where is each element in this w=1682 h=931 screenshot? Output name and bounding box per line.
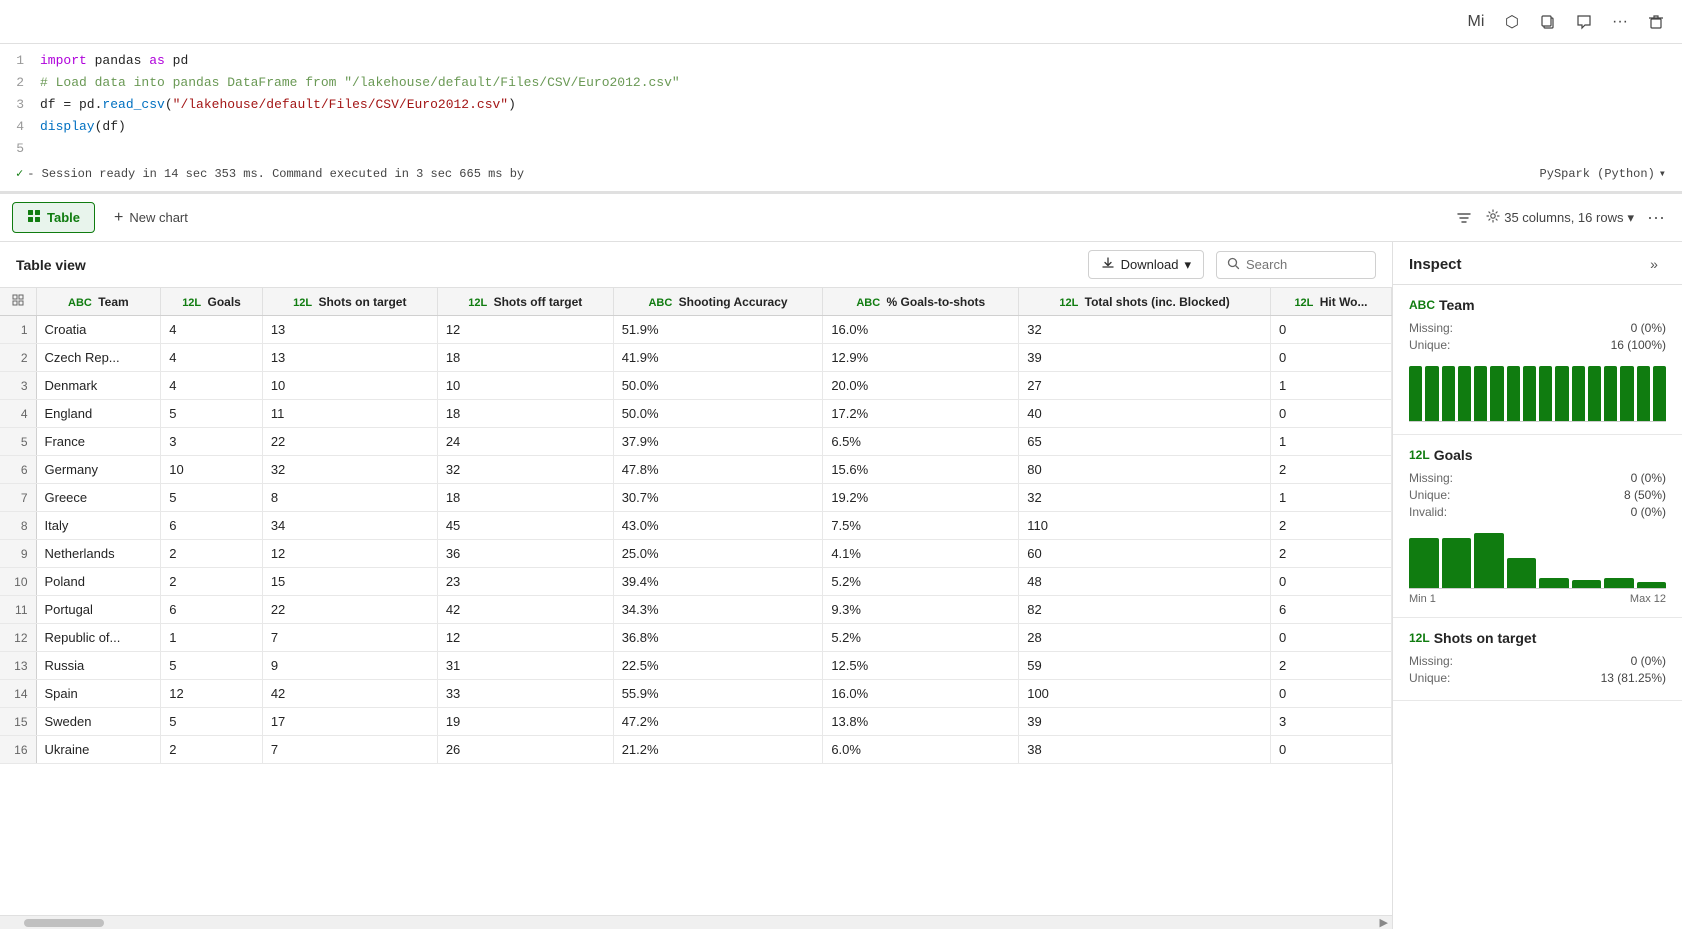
table-row: 11Portugal6224234.3%9.3%826 bbox=[0, 596, 1392, 624]
inspect-stat-missing-team: Missing: 0 (0%) bbox=[1409, 321, 1666, 335]
delete-icon[interactable] bbox=[1642, 8, 1670, 36]
inspect-col-name-team: ABC Team bbox=[1409, 297, 1666, 313]
table-row: 3Denmark4101050.0%20.0%271 bbox=[0, 372, 1392, 400]
col-header-shots-off: 12L Shots off target bbox=[437, 288, 613, 316]
h-scroll-thumb[interactable] bbox=[24, 919, 104, 927]
inspect-close-button[interactable]: » bbox=[1642, 252, 1666, 276]
table-row: 14Spain12423355.9%16.0%1000 bbox=[0, 680, 1392, 708]
download-label: Download bbox=[1121, 257, 1179, 272]
code-area: 1 import pandas as pd 2 # Load data into… bbox=[0, 44, 1682, 192]
screen-icon[interactable]: ⬡ bbox=[1498, 8, 1526, 36]
inspect-stat-missing-goals: Missing: 0 (0%) bbox=[1409, 471, 1666, 485]
col-header-shooting-acc: ABC Shooting Accuracy bbox=[613, 288, 823, 316]
inspect-title: Inspect bbox=[1409, 256, 1634, 273]
search-box bbox=[1216, 251, 1376, 279]
table-row: 10Poland2152339.4%5.2%480 bbox=[0, 568, 1392, 596]
status-bar: ✓ - Session ready in 14 sec 353 ms. Comm… bbox=[0, 162, 1682, 187]
code-line-4: 4 display(df) bbox=[0, 118, 1682, 140]
inspect-stat-missing-shots: Missing: 0 (0%) bbox=[1409, 654, 1666, 668]
inspect-stat-unique-shots: Unique: 13 (81.25%) bbox=[1409, 671, 1666, 685]
data-table: ABC Team 12L Goals 12L Shots on target 1… bbox=[0, 288, 1392, 764]
inspect-section-team: ABC Team Missing: 0 (0%) Unique: 16 (100… bbox=[1393, 285, 1682, 435]
data-table-wrapper[interactable]: ABC Team 12L Goals 12L Shots on target 1… bbox=[0, 287, 1392, 915]
table-row: 13Russia593122.5%12.5%592 bbox=[0, 652, 1392, 680]
content-split: Table view Download ▾ bbox=[0, 242, 1682, 929]
inspect-chart-goals bbox=[1409, 529, 1666, 589]
code-line-3: 3 df = pd.read_csv("/lakehouse/default/F… bbox=[0, 96, 1682, 118]
table-row: 8Italy6344543.0%7.5%1102 bbox=[0, 512, 1392, 540]
tab-bar: Table + New chart 35 columns, 16 rows ▾ bbox=[0, 194, 1682, 242]
main-area: Table + New chart 35 columns, 16 rows ▾ bbox=[0, 192, 1682, 929]
comment-icon[interactable] bbox=[1570, 8, 1598, 36]
table-view-header: Table view Download ▾ bbox=[0, 242, 1392, 287]
download-chevron: ▾ bbox=[1184, 257, 1191, 273]
inspect-section-goals: 12L Goals Missing: 0 (0%) Unique: 8 (50%… bbox=[1393, 435, 1682, 618]
inspect-stat-unique-goals: Unique: 8 (50%) bbox=[1409, 488, 1666, 502]
inspect-section-shots-on-target: 12L Shots on target Missing: 0 (0%) Uniq… bbox=[1393, 618, 1682, 701]
search-input[interactable] bbox=[1246, 257, 1365, 272]
col-header-total-shots: 12L Total shots (inc. Blocked) bbox=[1019, 288, 1271, 316]
col-row-label: 35 columns, 16 rows bbox=[1504, 210, 1623, 225]
horizontal-scrollbar[interactable]: ▶ bbox=[0, 915, 1392, 929]
more-btn[interactable]: ··· bbox=[1642, 204, 1670, 232]
code-line-2: 2 # Load data into pandas DataFrame from… bbox=[0, 74, 1682, 96]
table-section: Table view Download ▾ bbox=[0, 242, 1392, 929]
download-icon bbox=[1101, 256, 1115, 273]
tab-table[interactable]: Table bbox=[12, 202, 95, 233]
top-toolbar: Mi ⬡ ··· bbox=[0, 0, 1682, 44]
row-num-header bbox=[0, 288, 36, 316]
col-header-hit-wo: 12L Hit Wo... bbox=[1270, 288, 1391, 316]
search-icon bbox=[1227, 257, 1240, 273]
gear-icon bbox=[1486, 209, 1500, 226]
col-header-team: ABC Team bbox=[36, 288, 161, 316]
tab-table-label: Table bbox=[47, 210, 80, 225]
download-button[interactable]: Download ▾ bbox=[1088, 250, 1204, 279]
code-line-1: 1 import pandas as pd bbox=[0, 52, 1682, 74]
table-row: 2Czech Rep...4131841.9%12.9%390 bbox=[0, 344, 1392, 372]
col-header-shots-on: 12L Shots on target bbox=[262, 288, 437, 316]
tab-new-chart-label: New chart bbox=[129, 210, 188, 225]
col-row-info[interactable]: 35 columns, 16 rows ▾ bbox=[1486, 209, 1634, 226]
tab-new-chart[interactable]: + New chart bbox=[99, 202, 203, 234]
mi-icon[interactable]: Mi bbox=[1462, 8, 1490, 36]
inspect-chart-team bbox=[1409, 362, 1666, 422]
inspect-stat-unique-team: Unique: 16 (100%) bbox=[1409, 338, 1666, 352]
more-options-icon[interactable]: ··· bbox=[1606, 8, 1634, 36]
table-row: 5France3222437.9%6.5%651 bbox=[0, 428, 1392, 456]
table-row: 6Germany10323247.8%15.6%802 bbox=[0, 456, 1392, 484]
inspect-panel: Inspect » ABC Team Missing: 0 (0%) bbox=[1392, 242, 1682, 929]
inspect-stat-invalid-goals: Invalid: 0 (0%) bbox=[1409, 505, 1666, 519]
inspect-col-name-goals: 12L Goals bbox=[1409, 447, 1666, 463]
table-body: 1Croatia4131251.9%16.0%320 2Czech Rep...… bbox=[0, 316, 1392, 764]
table-row: 16Ukraine272621.2%6.0%380 bbox=[0, 736, 1392, 764]
tab-right: 35 columns, 16 rows ▾ ··· bbox=[1450, 204, 1670, 232]
copy-icon[interactable] bbox=[1534, 8, 1562, 36]
chevron-down-icon: ▾ bbox=[1627, 210, 1634, 226]
table-row: 9Netherlands2123625.0%4.1%602 bbox=[0, 540, 1392, 568]
table-row: 7Greece581830.7%19.2%321 bbox=[0, 484, 1392, 512]
table-row: 1Croatia4131251.9%16.0%320 bbox=[0, 316, 1392, 344]
plus-icon: + bbox=[114, 209, 123, 227]
table-row: 12Republic of...171236.8%5.2%280 bbox=[0, 624, 1392, 652]
code-line-5: 5 bbox=[0, 140, 1682, 162]
table-row: 15Sweden5171947.2%13.8%393 bbox=[0, 708, 1392, 736]
inspect-col-name-shots-on-target: 12L Shots on target bbox=[1409, 630, 1666, 646]
inspect-scroll-area[interactable]: ABC Team Missing: 0 (0%) Unique: 16 (100… bbox=[1393, 285, 1682, 929]
status-text: - Session ready in 14 sec 353 ms. Comman… bbox=[27, 167, 524, 181]
table-row: 4England5111850.0%17.2%400 bbox=[0, 400, 1392, 428]
inspect-range-goals: Min 1 Max 12 bbox=[1409, 593, 1666, 605]
table-view-title: Table view bbox=[16, 257, 1076, 273]
table-grid-icon bbox=[27, 209, 41, 226]
col-header-goals: 12L Goals bbox=[161, 288, 263, 316]
pyspark-label[interactable]: PySpark (Python) ▾ bbox=[1540, 166, 1666, 181]
inspect-header: Inspect » bbox=[1393, 242, 1682, 285]
col-header-goals-to-shots: ABC % Goals-to-shots bbox=[823, 288, 1019, 316]
table-header-row: ABC Team 12L Goals 12L Shots on target 1… bbox=[0, 288, 1392, 316]
filter-icon-btn[interactable] bbox=[1450, 204, 1478, 232]
